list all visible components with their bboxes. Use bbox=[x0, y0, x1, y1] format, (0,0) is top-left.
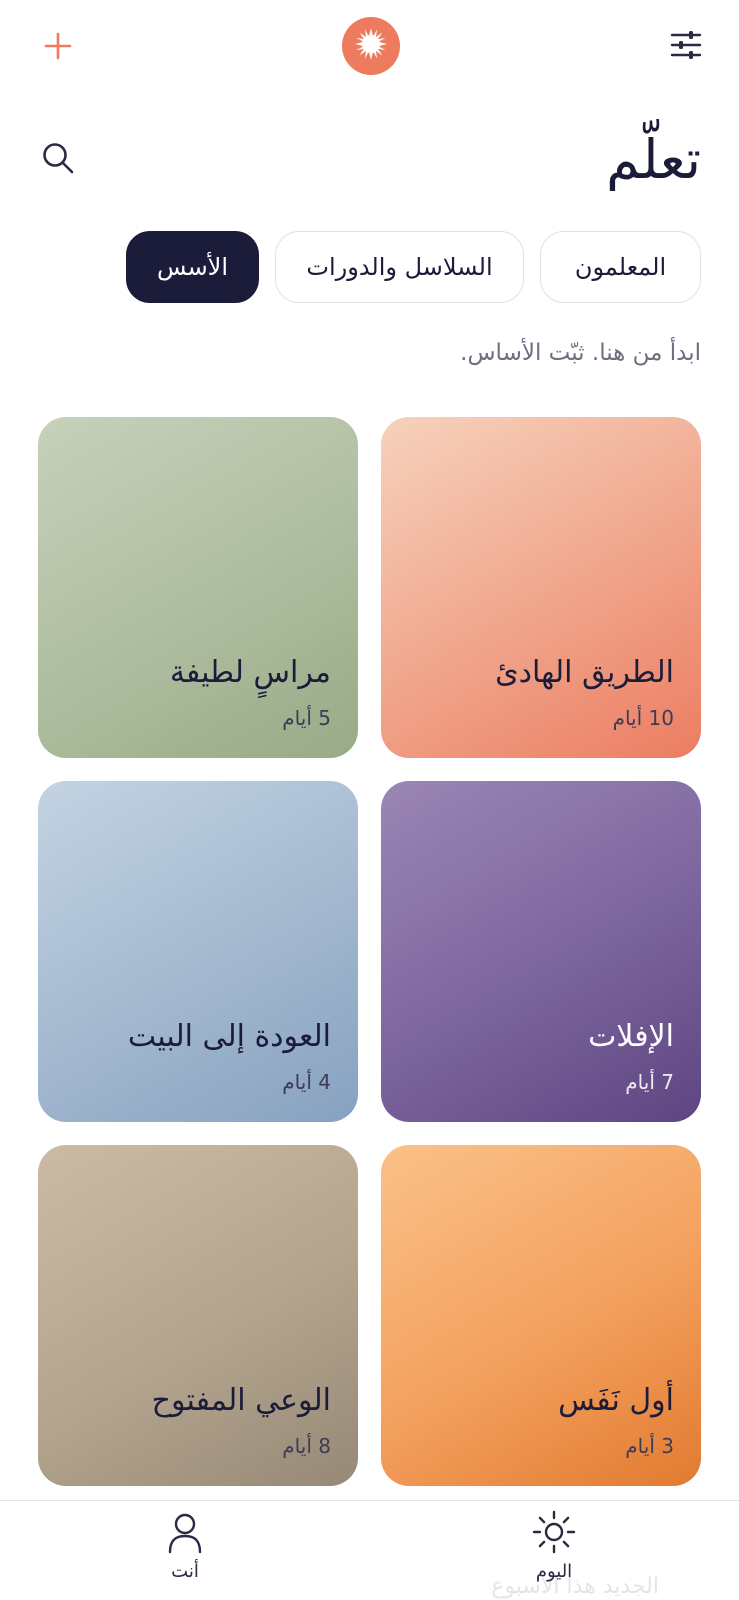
nav-you-label: أنت bbox=[171, 1561, 199, 1582]
plus-icon bbox=[43, 31, 73, 65]
course-name: العودة إلى البيت bbox=[127, 1019, 331, 1054]
page-title: تعلّم bbox=[606, 128, 701, 191]
course-card[interactable]: مراسٍ لطيفة 5 أيام bbox=[38, 417, 358, 758]
course-days: 8 أيام bbox=[282, 1434, 331, 1458]
course-name: مراسٍ لطيفة bbox=[169, 655, 331, 690]
section-subtitle: ابدأ من هنا. ثبّت الأساس. bbox=[460, 340, 701, 366]
ghost-section-heading: الجديد هذا الأسبوع bbox=[491, 1574, 659, 1599]
sliders-icon bbox=[670, 30, 702, 64]
search-button[interactable] bbox=[36, 138, 80, 182]
course-days: 3 أيام bbox=[625, 1434, 674, 1458]
course-days: 4 أيام bbox=[282, 1070, 331, 1094]
learn-screen: تعلّم الأسس السلاسل والدورات المعلمون اب… bbox=[0, 0, 739, 1600]
course-name: الإفلات bbox=[588, 1019, 674, 1054]
person-icon bbox=[162, 1509, 208, 1555]
course-card[interactable]: الوعي المفتوح 8 أيام bbox=[38, 1145, 358, 1486]
search-icon bbox=[41, 141, 75, 179]
sun-icon bbox=[531, 1509, 577, 1555]
course-card[interactable]: الإفلات 7 أيام bbox=[381, 781, 701, 1122]
tab-teachers[interactable]: المعلمون bbox=[540, 231, 701, 303]
course-name: أول نَفَس bbox=[558, 1383, 674, 1418]
nav-you[interactable]: أنت bbox=[125, 1509, 245, 1597]
tab-basics[interactable]: الأسس bbox=[126, 231, 259, 303]
course-days: 5 أيام bbox=[282, 706, 331, 730]
course-days: 10 أيام bbox=[612, 706, 674, 730]
course-card[interactable]: الطريق الهادئ 10 أيام bbox=[381, 417, 701, 758]
category-tabs: الأسس السلاسل والدورات المعلمون bbox=[126, 231, 701, 303]
course-card[interactable]: العودة إلى البيت 4 أيام bbox=[38, 781, 358, 1122]
filter-button[interactable] bbox=[663, 24, 709, 70]
add-button[interactable] bbox=[36, 26, 80, 70]
sun-burst-logo-icon bbox=[353, 26, 389, 66]
top-bar bbox=[0, 0, 739, 92]
app-logo[interactable] bbox=[342, 17, 400, 75]
course-name: الطريق الهادئ bbox=[495, 655, 674, 690]
tab-series-courses[interactable]: السلاسل والدورات bbox=[275, 231, 524, 303]
course-name: الوعي المفتوح bbox=[151, 1383, 331, 1418]
course-days: 7 أيام bbox=[625, 1070, 674, 1094]
course-card[interactable]: أول نَفَس 3 أيام bbox=[381, 1145, 701, 1486]
